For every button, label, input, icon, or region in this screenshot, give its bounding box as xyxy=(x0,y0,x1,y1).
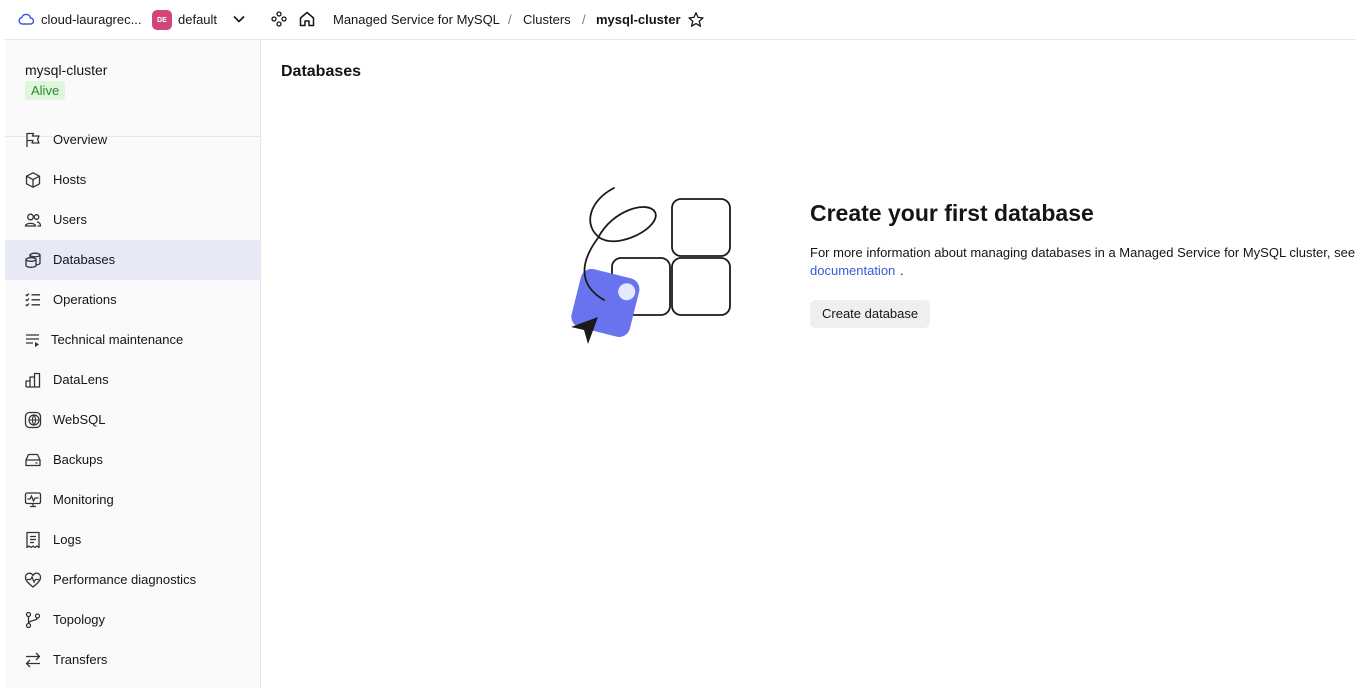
breadcrumb-separator: / xyxy=(508,12,512,27)
cloud-icon[interactable] xyxy=(17,11,35,27)
sidebar-item-label: Databases xyxy=(53,252,116,267)
sidebar-item-label: Transfers xyxy=(53,652,108,667)
database-icon xyxy=(25,252,41,268)
empty-state-description: For more information about managing data… xyxy=(810,245,1356,260)
sidebar-item-datalens[interactable]: DataLens xyxy=(5,360,260,400)
flag-icon xyxy=(26,132,40,147)
sidebar-item-label: Backups xyxy=(53,452,103,467)
sidebar-item-label: WebSQL xyxy=(53,412,106,427)
breadcrumb-service[interactable]: Managed Service for MySQL xyxy=(333,12,500,27)
sidebar-item-label: Topology xyxy=(53,612,106,627)
sidebar-item-websql[interactable]: WebSQL xyxy=(5,400,260,440)
heart-pulse-icon xyxy=(24,572,42,588)
cluster-name: mysql-cluster xyxy=(25,62,108,78)
cloud-selector[interactable]: cloud-lauragrec... xyxy=(41,12,141,27)
sidebar-item-technical-maintenance[interactable]: Technical maintenance xyxy=(5,320,260,360)
sidebar-item-monitoring[interactable]: Monitoring xyxy=(5,480,260,520)
top-bar: cloud-lauragrec... DE default Managed Se… xyxy=(5,0,1356,40)
branch-icon xyxy=(25,611,41,629)
list-play-icon xyxy=(26,334,39,347)
sidebar-item-label: Operations xyxy=(53,292,117,307)
sidebar-item-backups[interactable]: Backups xyxy=(5,440,260,480)
sidebar-item-label: DataLens xyxy=(53,372,109,387)
receipt-icon xyxy=(26,531,40,549)
sidebar-item-logs[interactable]: Logs xyxy=(5,520,260,560)
monitor-icon xyxy=(24,492,42,508)
chart-icon xyxy=(25,372,41,388)
sidebar-item-label: Hosts xyxy=(53,172,87,187)
sidebar-item-overview[interactable]: Overview xyxy=(5,120,260,160)
home-icon[interactable] xyxy=(298,10,316,28)
sidebar-item-label: Overview xyxy=(53,132,108,147)
sidebar-item-label: Users xyxy=(53,212,87,227)
star-icon[interactable] xyxy=(687,11,705,29)
database-illustration xyxy=(571,187,731,344)
services-icon[interactable] xyxy=(271,11,287,27)
sidebar-item-label: Technical maintenance xyxy=(51,332,184,347)
empty-state-title: Create your first database xyxy=(810,200,1094,226)
documentation-link[interactable]: documentation xyxy=(810,263,895,278)
status-badge: Alive xyxy=(25,81,66,100)
sidebar-item-performance-diagnostics[interactable]: Performance diagnostics xyxy=(5,560,260,600)
users-icon xyxy=(24,213,42,227)
sidebar-item-transfers[interactable]: Transfers xyxy=(5,640,260,680)
sidebar-item-label: Monitoring xyxy=(53,492,114,507)
breadcrumb-current: mysql-cluster xyxy=(596,12,681,27)
period: . xyxy=(900,263,904,278)
list-check-icon xyxy=(25,293,40,307)
page-title: Databases xyxy=(281,63,362,80)
sidebar-item-label: Performance diagnostics xyxy=(53,572,197,587)
sidebar-item-hosts[interactable]: Hosts xyxy=(5,160,260,200)
globe-icon xyxy=(24,411,42,429)
sidebar-item-topology[interactable]: Topology xyxy=(5,600,260,640)
drive-icon xyxy=(25,453,41,467)
breadcrumb-clusters[interactable]: Clusters xyxy=(523,12,571,27)
chevron-down-icon[interactable] xyxy=(232,12,246,26)
create-database-button[interactable]: Create database xyxy=(810,300,931,328)
breadcrumb-separator: / xyxy=(582,12,586,27)
folder-badge: DE xyxy=(152,10,172,30)
sidebar-item-label: Logs xyxy=(53,532,82,547)
sidebar-item-operations[interactable]: Operations xyxy=(5,280,260,320)
cube-icon xyxy=(25,172,41,188)
arrows-icon xyxy=(25,652,41,668)
folder-selector[interactable]: default xyxy=(178,12,217,27)
sidebar: mysql-cluster Alive Overview Hosts Users… xyxy=(5,40,261,688)
sidebar-item-users[interactable]: Users xyxy=(5,200,260,240)
sidebar-item-databases[interactable]: Databases xyxy=(5,240,260,280)
